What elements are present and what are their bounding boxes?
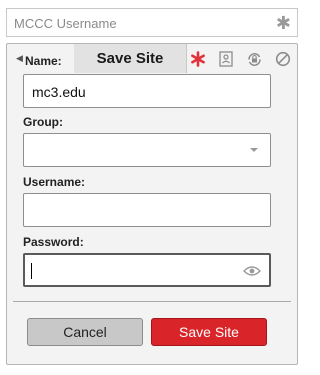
- chevron-down-icon: [250, 148, 258, 152]
- name-field-value: mc3.edu: [32, 84, 86, 100]
- save-site-panel: ◀ Name: Save Site mc3.edu Group: Usernam…: [6, 43, 298, 365]
- required-asterisk-icon: ✱: [275, 13, 291, 33]
- password-field[interactable]: [23, 253, 271, 287]
- text-cursor: [31, 263, 32, 279]
- save-site-button[interactable]: Save Site: [151, 318, 267, 346]
- group-label: Group:: [23, 115, 63, 129]
- username-field[interactable]: [23, 193, 271, 227]
- password-label: Password:: [23, 235, 84, 249]
- eye-icon[interactable]: [243, 264, 261, 282]
- username-input[interactable]: MCCC Username ✱: [6, 8, 298, 37]
- name-label: Name:: [25, 54, 62, 68]
- cancel-button[interactable]: Cancel: [27, 318, 143, 346]
- panel-title: Save Site: [74, 44, 187, 73]
- divider: [13, 301, 291, 302]
- asterisk-icon[interactable]: [189, 50, 207, 68]
- block-icon[interactable]: [274, 50, 292, 68]
- back-arrow-icon[interactable]: ◀: [16, 53, 23, 64]
- group-select[interactable]: [23, 133, 271, 167]
- username-placeholder: MCCC Username: [14, 16, 117, 31]
- contact-card-icon[interactable]: [217, 50, 235, 68]
- lock-sync-icon[interactable]: [245, 50, 263, 68]
- username-label: Username:: [23, 175, 86, 189]
- name-field[interactable]: mc3.edu: [23, 74, 271, 108]
